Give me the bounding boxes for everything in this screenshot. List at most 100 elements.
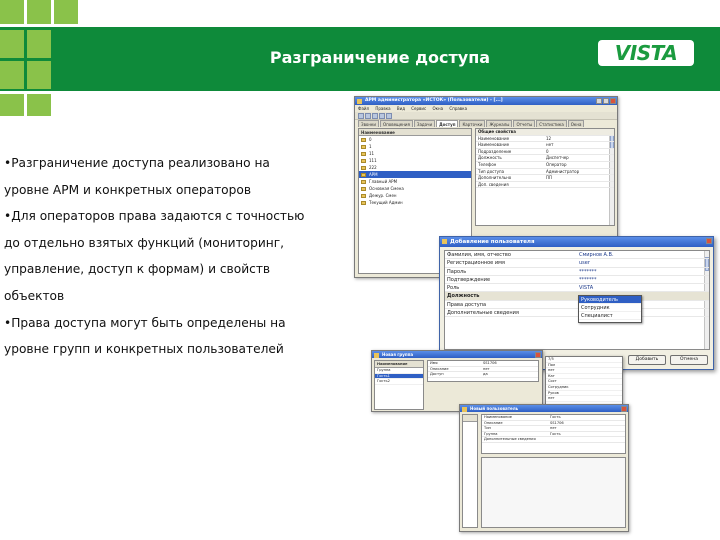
prop-row[interactable]: Подразделение 0 bbox=[476, 149, 614, 156]
dropdown-option-selected[interactable]: Руководитель bbox=[579, 296, 641, 304]
tree-item[interactable]: Главный АРМ bbox=[359, 178, 471, 185]
deco-square bbox=[27, 0, 51, 24]
app-icon bbox=[357, 98, 362, 104]
bullet-line: до отдельно взятых функций (мониторинг, bbox=[4, 235, 285, 250]
group-list-header: Наименование bbox=[375, 361, 423, 368]
prop-row[interactable]: Должность Диспетчер bbox=[476, 155, 614, 162]
tree-item[interactable]: Дежур. Смен bbox=[359, 192, 471, 199]
close-icon[interactable] bbox=[610, 98, 616, 104]
admin-window-title: АРМ администратора «ИСТОК» (Пользователи… bbox=[365, 98, 503, 103]
prop-row[interactable]: Телефон Оператор bbox=[476, 162, 614, 169]
tab-journals[interactable]: Журналы bbox=[486, 120, 513, 127]
bullet-line: •Разграничение доступа реализовано на bbox=[4, 156, 270, 170]
tab-calls[interactable]: Звонки bbox=[358, 120, 379, 127]
position-field[interactable]: Должность bbox=[445, 292, 709, 301]
user-list-header bbox=[463, 415, 477, 422]
prop-row[interactable]: Дополнительные сведения bbox=[482, 437, 625, 443]
prop-row[interactable]: Общие свойства bbox=[476, 129, 614, 136]
list-item[interactable]: Гость2 bbox=[375, 379, 423, 385]
tab-tasks[interactable]: Задачи bbox=[413, 120, 436, 127]
bullet-line: уровне АРМ и конкретных операторов bbox=[4, 182, 252, 197]
menu-edit[interactable]: Правка bbox=[375, 106, 390, 111]
add-user-title: Добавление пользователя bbox=[450, 239, 535, 245]
tree-header: Наименование bbox=[359, 129, 471, 136]
admin-window-titlebar[interactable]: АРМ администратора «ИСТОК» (Пользователи… bbox=[355, 97, 617, 105]
tab-windows[interactable]: Окна bbox=[567, 120, 585, 127]
user-window-props: Наименование Гость Описание SS1706 Тип нет … bbox=[481, 414, 626, 454]
save-icon[interactable] bbox=[372, 113, 378, 119]
menu-service[interactable]: Сервис bbox=[411, 106, 426, 111]
confirm-password-field[interactable]: Подтверждение ******* bbox=[445, 276, 709, 285]
folder-icon bbox=[361, 158, 366, 163]
dropdown-option[interactable]: Сотрудник bbox=[579, 304, 641, 312]
tree-item[interactable]: 111 bbox=[359, 157, 471, 164]
menu-file[interactable]: Файл bbox=[358, 106, 369, 111]
close-icon[interactable] bbox=[621, 406, 627, 412]
login-field[interactable]: Регистрационное имя user bbox=[445, 259, 709, 268]
password-field[interactable]: Пароль ******* bbox=[445, 268, 709, 276]
deco-square bbox=[27, 94, 51, 116]
tab-cards[interactable]: Карточки bbox=[459, 120, 486, 127]
admin-menubar: Файл Правка Вид Сервис Окна Справка bbox=[355, 105, 617, 112]
refresh-icon[interactable] bbox=[386, 113, 392, 119]
side-value[interactable]: нет bbox=[546, 396, 622, 402]
folder-icon bbox=[361, 151, 366, 156]
tree-item[interactable]: 222 bbox=[359, 164, 471, 171]
open-icon[interactable] bbox=[365, 113, 371, 119]
folder-icon bbox=[361, 137, 366, 142]
dropdown-option[interactable]: Специалист bbox=[579, 312, 641, 320]
maximize-icon[interactable] bbox=[603, 98, 609, 104]
menu-view[interactable]: Вид bbox=[397, 106, 405, 111]
tree-item[interactable]: 11 bbox=[359, 150, 471, 157]
new-icon[interactable] bbox=[358, 113, 364, 119]
group-list: Наименование Группа Гость1 Гость2 bbox=[374, 360, 424, 410]
tab-alerts[interactable]: Оповещения bbox=[380, 120, 413, 127]
close-icon[interactable] bbox=[535, 352, 541, 358]
bullet-list: •Разграничение доступа реализовано на ур… bbox=[4, 150, 344, 363]
add-button[interactable]: Добавить bbox=[628, 355, 666, 365]
menu-help[interactable]: Справка bbox=[449, 106, 467, 111]
user-window-titlebar[interactable]: Новый пользователь bbox=[460, 405, 628, 412]
bullet-line: •Для операторов права задаются с точност… bbox=[4, 209, 305, 224]
cancel-button[interactable]: Отмена bbox=[670, 355, 708, 365]
minimize-icon[interactable] bbox=[596, 98, 602, 104]
user-icon bbox=[361, 179, 366, 184]
user-window: Новый пользователь Наименование Гость Опи… bbox=[459, 404, 629, 532]
folder-icon bbox=[361, 165, 366, 170]
prop-row[interactable]: Доступ да bbox=[428, 372, 538, 378]
window-icon bbox=[374, 352, 379, 358]
bullet-line: объектов bbox=[4, 288, 65, 303]
add-user-titlebar[interactable]: Добавление пользователя bbox=[440, 237, 713, 247]
role-field[interactable]: Роль VISTA bbox=[445, 284, 709, 293]
tree-item[interactable]: 1 bbox=[359, 143, 471, 150]
delete-icon[interactable] bbox=[379, 113, 385, 119]
extra-info-field[interactable]: Дополнительные сведения bbox=[445, 309, 709, 318]
prop-row[interactable]: Наименование нет bbox=[476, 142, 614, 149]
user-icon bbox=[361, 193, 366, 198]
position-dropdown[interactable]: Руководитель Сотрудник Специалист bbox=[578, 295, 642, 323]
properties-panel: Общие свойства Наименование 12 Наименован… bbox=[475, 128, 615, 226]
folder-icon bbox=[361, 144, 366, 149]
user-icon bbox=[361, 200, 366, 205]
tab-stats[interactable]: Статистика bbox=[536, 120, 567, 127]
prop-row[interactable]: Дополнительно ПП bbox=[476, 175, 614, 182]
add-user-props: Фамилия, имя, отчество Смирнов А.В. Регис… bbox=[444, 250, 710, 350]
group-window-titlebar[interactable]: Новая группа bbox=[372, 351, 542, 358]
fio-field[interactable]: Фамилия, имя, отчество Смирнов А.В. bbox=[445, 251, 709, 260]
prop-row[interactable]: Наименование 12 bbox=[476, 136, 614, 143]
vista-logo: VISTA bbox=[598, 40, 694, 66]
tab-access[interactable]: Доступ bbox=[436, 120, 459, 127]
close-icon[interactable] bbox=[706, 238, 712, 244]
tree-item[interactable]: Текущий Админ bbox=[359, 199, 471, 206]
tab-reports[interactable]: Отчеты bbox=[513, 120, 536, 127]
bullet-line: уровне групп и конкретных пользователей bbox=[4, 342, 284, 357]
menu-windows[interactable]: Окна bbox=[432, 106, 443, 111]
tree-item[interactable]: 0 bbox=[359, 136, 471, 143]
prop-row[interactable]: Доп. сведения bbox=[476, 182, 614, 189]
tree-item-selected[interactable]: АРМ bbox=[359, 171, 471, 178]
tree-item[interactable]: Основная Смена bbox=[359, 185, 471, 192]
prop-row[interactable]: Тип доступа Администратор bbox=[476, 169, 614, 176]
user-icon bbox=[361, 186, 366, 191]
access-rights-field[interactable]: Права доступа bbox=[445, 301, 709, 310]
group-window: Новая группа Наименование Группа Гость1 … bbox=[371, 350, 543, 412]
